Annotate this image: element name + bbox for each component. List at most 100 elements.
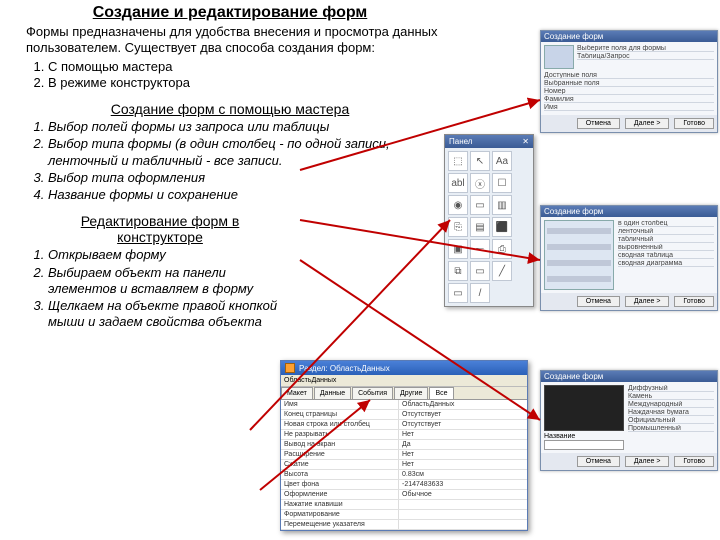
cancel-button[interactable]: Отмена — [577, 456, 620, 467]
prop-value[interactable] — [399, 500, 527, 509]
prop-value[interactable]: 0.83см — [399, 470, 527, 479]
dialog-line: Номер — [544, 88, 714, 95]
prop-value[interactable] — [399, 520, 527, 529]
tab-data[interactable]: Данные — [314, 387, 351, 399]
tab-all[interactable]: Все — [429, 387, 453, 399]
prop-key: Не разрывать — [281, 430, 399, 439]
editor-title: Редактирование форм в конструкторе — [50, 213, 270, 245]
dialog-title: Создание форм — [541, 206, 717, 217]
prop-value[interactable]: Да — [399, 440, 527, 449]
intro-text: Формы предназначены для удобства внесени… — [26, 24, 440, 57]
next-button[interactable]: Далее > — [625, 118, 670, 129]
tool-icon[interactable]: ↖ — [470, 151, 490, 171]
prop-key: Цвет фона — [281, 480, 399, 489]
prop-value[interactable]: -2147483633 — [399, 480, 527, 489]
dialog-line: Камень — [628, 393, 714, 400]
finish-button[interactable]: Готово — [674, 456, 714, 467]
next-button[interactable]: Далее > — [625, 456, 670, 467]
prop-value[interactable]: Нет — [399, 460, 527, 469]
prop-key: Форматирование — [281, 510, 399, 519]
dialog-line: в один столбец — [618, 220, 714, 227]
properties-window[interactable]: Раздел: ОбластьДанных ОбластьДанных Маке… — [280, 360, 528, 531]
dialog-line: Имя — [544, 104, 714, 111]
tool-icon[interactable]: ╱ — [492, 261, 512, 281]
prop-value[interactable]: Отсутствует — [399, 410, 527, 419]
tool-icon[interactable]: / — [470, 283, 490, 303]
cancel-button[interactable]: Отмена — [577, 118, 620, 129]
dialog-line: Официальный — [628, 417, 714, 424]
editor-step: Открываем форму — [48, 247, 280, 263]
tool-icon[interactable]: ⧉ — [448, 261, 468, 281]
tool-icon[interactable]: ⎓ — [470, 239, 490, 259]
tab-other[interactable]: Другие — [394, 387, 428, 399]
toolbox-panel[interactable]: Панел ✕ ⬚ ↖ Aa abl ⓧ ☐ ◉ ▭ ▥ ⎘ ▤ ⬛ ▣ ⎓ ⎙… — [444, 134, 534, 307]
dialog-line: табличный — [618, 236, 714, 243]
editor-step: Щелкаем на объекте правой кнопкой мыши и… — [48, 298, 280, 331]
dialog-line: ленточный — [618, 228, 714, 235]
app-icon — [285, 363, 295, 373]
tool-icon[interactable]: ⎘ — [448, 217, 468, 237]
prop-key: Высота — [281, 470, 399, 479]
prop-value[interactable]: Обычное — [399, 490, 527, 499]
dialog-line: Фамилия — [544, 96, 714, 103]
prop-value[interactable]: Нет — [399, 430, 527, 439]
tool-icon[interactable]: ⬛ — [492, 217, 512, 237]
tool-icon[interactable]: ⎙ — [492, 239, 512, 259]
prop-value[interactable]: Отсутствует — [399, 420, 527, 429]
dialog-line: Выберите поля для формы — [577, 45, 714, 52]
prop-value[interactable] — [399, 510, 527, 519]
tool-icon[interactable]: ⬚ — [448, 151, 468, 171]
wizard-dialog-fields[interactable]: Создание форм Выберите поля для формы Та… — [540, 30, 718, 133]
dialog-title: Создание форм — [541, 371, 717, 382]
tab-layout[interactable]: Макет — [281, 387, 313, 399]
tool-icon[interactable]: abl — [448, 173, 468, 193]
object-selector[interactable]: ОбластьДанных — [281, 375, 527, 387]
prop-value[interactable]: Нет — [399, 450, 527, 459]
wizard-step: Выбор полей формы из запроса или таблицы — [48, 119, 440, 135]
wizard-step: Название формы и сохранение — [48, 187, 440, 203]
dialog-line: выровненный — [618, 244, 714, 251]
cancel-button[interactable]: Отмена — [577, 296, 620, 307]
finish-button[interactable]: Готово — [674, 296, 714, 307]
method-item: С помощью мастера — [48, 59, 440, 75]
tool-icon[interactable]: ▭ — [470, 261, 490, 281]
dialog-line: Промышленный — [628, 425, 714, 432]
label-text: Название — [544, 433, 624, 440]
wizard-step: Выбор типа формы (в один столбец - по од… — [48, 136, 440, 169]
toolbox-title: Панел — [449, 137, 472, 146]
prop-key: Оформление — [281, 490, 399, 499]
close-icon[interactable]: ✕ — [522, 137, 529, 146]
tab-events[interactable]: События — [352, 387, 393, 399]
prop-key: Имя — [281, 400, 399, 409]
tool-icon[interactable]: Aa — [492, 151, 512, 171]
tool-icon[interactable]: ▭ — [448, 283, 468, 303]
property-grid[interactable]: ИмяОбластьДанных Конец страницыОтсутству… — [281, 399, 527, 530]
method-item: В режиме конструктора — [48, 75, 440, 91]
prop-value[interactable]: ОбластьДанных — [399, 400, 527, 409]
dialog-line: Международный — [628, 401, 714, 408]
page-title: Создание и редактирование форм — [20, 4, 440, 22]
dialog-line: Наждачная бумага — [628, 409, 714, 416]
dialog-line: Диффузный — [628, 385, 714, 392]
next-button[interactable]: Далее > — [625, 296, 670, 307]
tool-icon[interactable]: ☐ — [492, 173, 512, 193]
prop-key: Вывод на экран — [281, 440, 399, 449]
dialog-title: Создание форм — [541, 31, 717, 42]
prop-key: Сжатие — [281, 460, 399, 469]
prop-key: Расширение — [281, 450, 399, 459]
tool-icon[interactable]: ▤ — [470, 217, 490, 237]
dialog-line: сводная таблица — [618, 252, 714, 259]
wizard-step: Выбор типа оформления — [48, 170, 440, 186]
tool-icon[interactable]: ▭ — [470, 195, 490, 215]
tool-icon[interactable]: ◉ — [448, 195, 468, 215]
finish-button[interactable]: Готово — [674, 118, 714, 129]
tool-icon[interactable]: ▣ — [448, 239, 468, 259]
tool-icon[interactable]: ▥ — [492, 195, 512, 215]
dialog-line: Доступные поля — [544, 72, 714, 79]
wizard-dialog-layout[interactable]: Создание форм в один столбец ленточный т… — [540, 205, 718, 311]
prop-key: Нажатие клавиши — [281, 500, 399, 509]
prop-key: Перемещение указателя — [281, 520, 399, 529]
wizard-dialog-style[interactable]: Создание форм Название Диффузный Камень … — [540, 370, 718, 471]
dialog-line: сводная диаграмма — [618, 260, 714, 267]
tool-icon[interactable]: ⓧ — [470, 173, 490, 193]
